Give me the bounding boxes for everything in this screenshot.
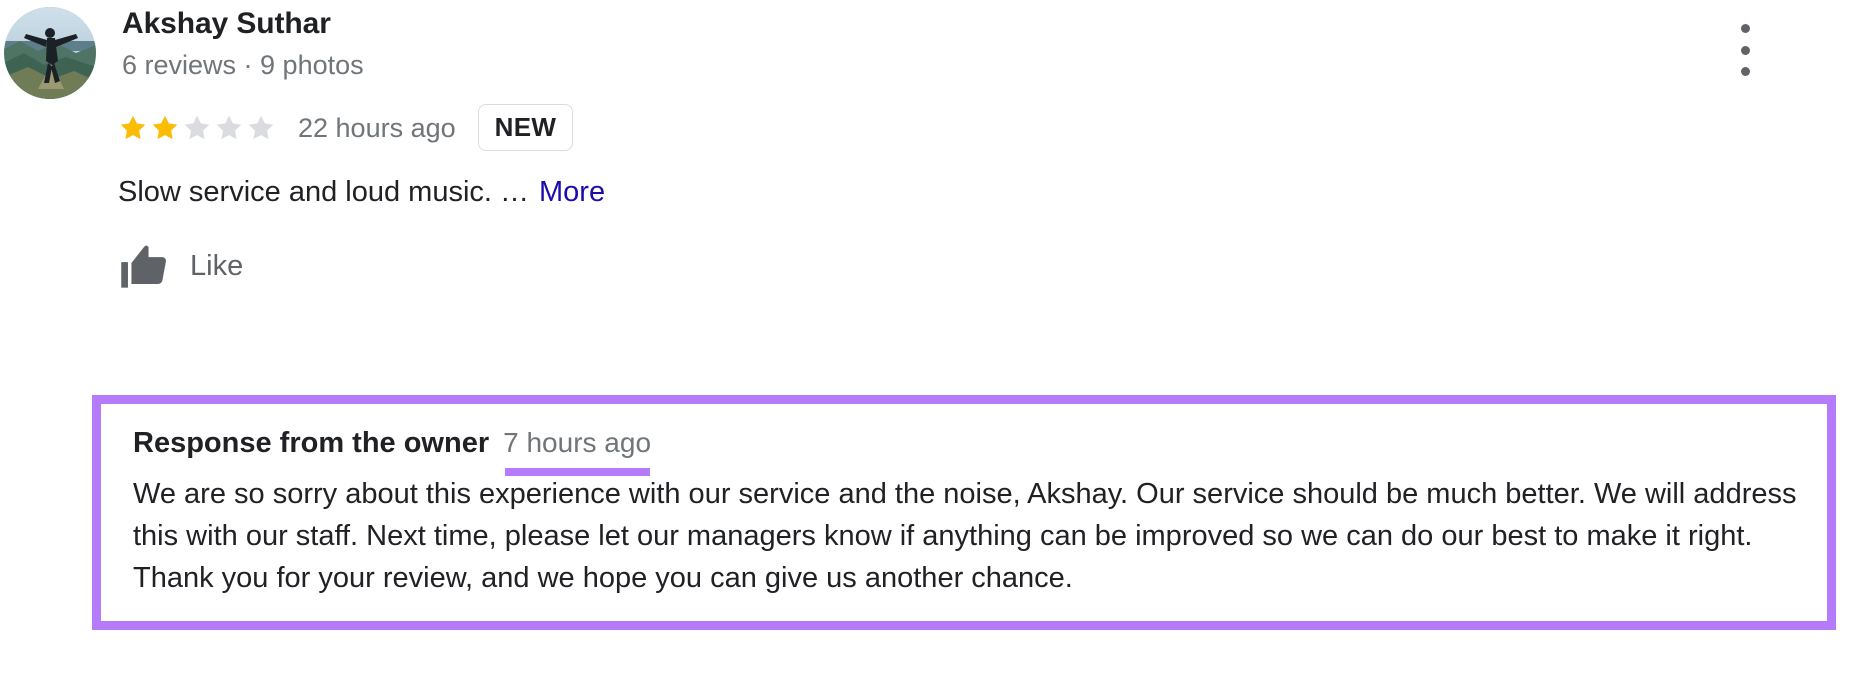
reviewer-name[interactable]: Akshay Suthar [122,6,364,42]
reviewer-info: Akshay Suthar 6 reviews · 9 photos [122,4,364,84]
star-empty-icon [248,115,274,139]
like-label: Like [190,250,244,282]
review-text-container: Slow service and loud music. … More [118,172,605,212]
owner-response-text: We are so sorry about this experience wi… [133,478,1797,594]
owner-response-title: Response from the owner [133,427,490,459]
owner-response-timestamp-wrap: 7 hours ago [503,424,652,476]
star-rating [118,113,276,143]
owner-response-highlight: Response from the owner 7 hours ago We a… [92,395,1836,630]
like-button[interactable]: Like [118,240,243,292]
menu-dot [1740,24,1750,33]
review-text: Slow service and loud music. … [118,176,529,208]
more-link[interactable]: More [539,176,605,208]
review-timestamp: 22 hours ago [298,112,456,143]
review-header: Akshay Suthar 6 reviews · 9 photos [0,4,364,99]
owner-response-header: Response from the owner 7 hours ago [133,422,1805,476]
more-vert-icon[interactable] [1725,24,1765,76]
star-filled-icon [120,115,146,139]
new-badge: NEW [477,104,574,151]
owner-response-timestamp: 7 hours ago [503,427,652,458]
avatar[interactable] [4,7,96,99]
thumb-up-icon [121,245,166,288]
rating-row: 22 hours ago NEW [118,104,574,151]
star-filled-icon [152,115,178,139]
timestamp-underline-highlight [505,468,651,476]
menu-dot [1740,45,1750,55]
star-empty-icon [184,115,210,139]
star-empty-icon [216,115,242,139]
reviewer-stats: 6 reviews · 9 photos [122,50,364,80]
google-review-card: Akshay Suthar 6 reviews · 9 photos 22 ho… [0,0,1849,686]
menu-dot [1740,67,1750,76]
